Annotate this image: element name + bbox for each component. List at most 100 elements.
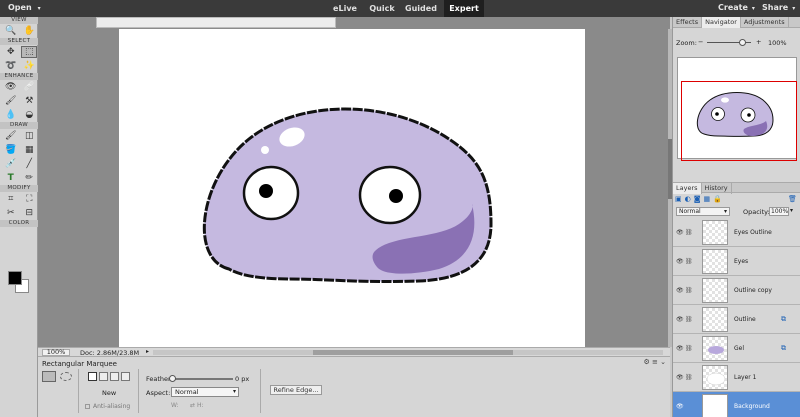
feather-slider-handle[interactable] [169, 375, 176, 382]
refine-edge-button[interactable]: Refine Edge... [270, 385, 322, 395]
eye-icon[interactable]: 👁 [676, 316, 684, 323]
zoom-tool-icon[interactable]: 🔍 [3, 25, 19, 37]
create-menu[interactable]: Create ▾ [718, 3, 755, 12]
mode-add-icon[interactable] [99, 372, 108, 381]
artboard[interactable] [119, 29, 585, 347]
ellipse-marquee-option[interactable] [60, 372, 72, 381]
layers-toolbar: ▣ ◐ ◙ ▦ 🔒 [675, 195, 722, 203]
link-icon[interactable]: ⛓ [685, 316, 693, 323]
layer-name: Eyes [734, 258, 749, 265]
zoom-out-icon[interactable]: − [698, 38, 703, 46]
horizontal-scrollbar[interactable] [153, 350, 663, 355]
eyedropper-icon[interactable]: 💉 [3, 158, 19, 170]
crop-tool-icon[interactable]: ⌗ [3, 193, 19, 205]
link-icon[interactable]: ⛓ [685, 345, 693, 352]
layer-mask-icon[interactable]: ◙ [694, 195, 701, 203]
link-icon[interactable]: ⛓ [685, 287, 693, 294]
layer-row[interactable]: 👁 ⛓ Gel ⧉ [673, 334, 800, 363]
link-icon[interactable]: ⛓ [685, 229, 693, 236]
eye-icon[interactable]: 👁 [676, 403, 684, 410]
spot-healing-icon[interactable]: 🩹 [22, 81, 38, 93]
tab-navigator[interactable]: Navigator [702, 17, 741, 28]
eraser-tool-icon[interactable]: ◫ [22, 130, 38, 142]
rect-marquee-option[interactable] [42, 371, 56, 382]
recompose-tool-icon[interactable]: ⛶ [22, 193, 38, 205]
layer-name: Eyes Outline [734, 229, 772, 236]
feather-slider[interactable] [171, 378, 233, 380]
zoom-level-field[interactable]: 100% [42, 349, 70, 356]
eye-icon[interactable]: 👁 [676, 345, 684, 352]
layer-row[interactable]: 👁 ⛓ Layer 1 [673, 363, 800, 392]
tab-adjustments[interactable]: Adjustments [741, 17, 789, 28]
info-arrow-icon[interactable]: ▸ [146, 348, 149, 355]
layer-thumbnail [702, 336, 728, 361]
rectangular-marquee-icon[interactable]: ⬚ [21, 46, 37, 58]
section-draw: DRAW [0, 122, 38, 129]
pencil-tool-icon[interactable]: ✏ [22, 172, 38, 184]
smart-brush-icon[interactable]: 🖌 [3, 95, 19, 107]
mode-intersect-icon[interactable] [121, 372, 130, 381]
anti-alias-checkbox[interactable]: Anti-aliasing [85, 403, 130, 410]
opacity-dropdown-icon[interactable]: ▾ [790, 207, 793, 214]
clone-stamp-icon[interactable]: ⚒ [22, 95, 38, 107]
layer-row-selected[interactable]: 👁 Background [673, 392, 800, 417]
blur-tool-icon[interactable]: 💧 [3, 109, 19, 121]
eye-icon[interactable]: 👁 [676, 287, 684, 294]
straighten-tool-icon[interactable]: ⊟ [22, 207, 38, 219]
tab-history[interactable]: History [702, 183, 732, 194]
navigator-zoom: Zoom: − + 100% [676, 38, 796, 47]
lock-all-icon[interactable]: 🔒 [713, 195, 722, 203]
opacity-field[interactable]: 100% [769, 207, 789, 216]
mode-subtract-icon[interactable] [110, 372, 119, 381]
red-eye-icon[interactable]: 👁 [3, 81, 19, 93]
content-move-icon[interactable]: ✂ [3, 207, 19, 219]
link-icon[interactable]: ⛓ [685, 258, 693, 265]
blend-mode-select[interactable]: Normal ▾ [676, 207, 730, 216]
tab-effects[interactable]: Effects [673, 17, 703, 28]
eye-icon[interactable]: 👁 [676, 229, 684, 236]
trash-icon[interactable]: 🗑 [788, 195, 797, 203]
open-menu[interactable]: Open ▾ [8, 3, 41, 12]
navigator-preview[interactable] [677, 57, 797, 161]
lasso-tool-icon[interactable]: ➰ [3, 60, 19, 72]
layer-row[interactable]: 👁 ⛓ Eyes [673, 247, 800, 276]
magic-wand-icon[interactable]: ✨ [22, 60, 38, 72]
paint-bucket-icon[interactable]: 🪣 [3, 144, 19, 156]
hand-tool-icon[interactable]: ✋ [22, 25, 38, 37]
scroll-thumb[interactable] [313, 350, 513, 355]
new-layer-icon[interactable]: ▣ [675, 195, 682, 203]
layer-thumbnail [702, 394, 728, 417]
tab-layers[interactable]: Layers [673, 183, 702, 194]
zoom-slider-handle[interactable] [739, 39, 746, 46]
color-swatches[interactable] [8, 271, 30, 295]
adjustment-layer-icon[interactable]: ◐ [685, 195, 691, 203]
tab-guided[interactable]: Guided [402, 0, 440, 17]
line-tool-icon[interactable]: ╱ [22, 158, 38, 170]
layer-row[interactable]: 👁 ⛓ Outline copy [673, 276, 800, 305]
lock-transparency-icon[interactable]: ▦ [704, 195, 711, 203]
layer-row[interactable]: 👁 ⛓ Outline ⧉ [673, 305, 800, 334]
sponge-tool-icon[interactable]: ◒ [22, 109, 38, 121]
move-tool-icon[interactable]: ✥ [3, 46, 18, 58]
link-icon[interactable]: ⛓ [685, 374, 693, 381]
aspect-select[interactable]: Normal ▾ [171, 387, 239, 397]
zoom-in-icon[interactable]: + [756, 38, 761, 46]
type-tool-icon[interactable]: T [3, 172, 19, 184]
document-tab[interactable] [96, 17, 336, 28]
foreground-color-swatch[interactable] [8, 271, 22, 285]
layer-thumbnail [702, 220, 728, 245]
eye-icon[interactable]: 👁 [676, 258, 684, 265]
tab-quick[interactable]: Quick [366, 0, 398, 17]
tab-expert[interactable]: Expert [444, 0, 484, 17]
tab-elive[interactable]: eLive [328, 0, 362, 17]
options-menu-icons[interactable]: ⚙ ≡ ⌄ [644, 358, 666, 366]
eye-icon[interactable]: 👁 [676, 374, 684, 381]
layer-row[interactable]: 👁 ⛓ Eyes Outline [673, 218, 800, 247]
layer-style-icon[interactable]: ⧉ [781, 315, 786, 324]
share-menu[interactable]: Share ▾ [762, 3, 795, 12]
mode-new-icon[interactable] [88, 372, 97, 381]
gradient-tool-icon[interactable]: ▦ [22, 144, 38, 156]
layer-style-icon[interactable]: ⧉ [781, 344, 786, 353]
brush-tool-icon[interactable]: 🖌 [3, 130, 19, 142]
section-select: SELECT [0, 38, 38, 45]
